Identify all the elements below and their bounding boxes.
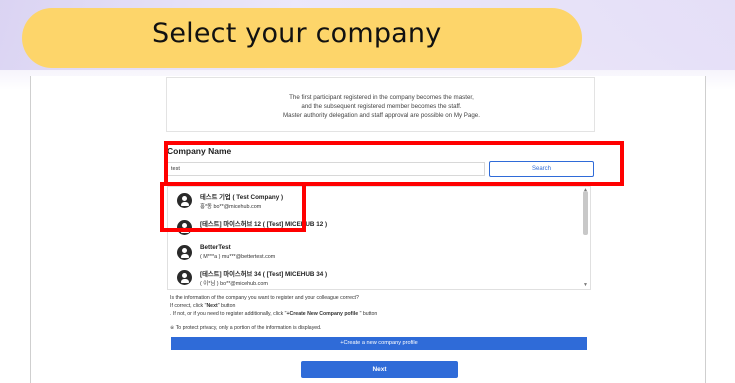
company-result-item[interactable]: [테스트] 마이스허브 34 ( [Test] MICEHUB 34 ) ( 이… — [168, 267, 578, 289]
info-text: " button — [217, 303, 236, 309]
company-name: 테스트 기업 ( Test Company ) — [200, 194, 284, 201]
company-result-item[interactable]: BetterTest ( M***a ) mu***@bettertest.co… — [168, 242, 578, 266]
info-emphasis: +Create New Company pofile — [286, 311, 359, 317]
company-results-list: 테스트 기업 ( Test Company ) 홍*동 bo**@micehub… — [167, 186, 591, 290]
info-line: If correct, click "Next" button — [170, 303, 235, 309]
company-contact: 홍*동 bo**@micehub.com — [200, 204, 262, 210]
results-scrollbar[interactable] — [583, 191, 588, 235]
scroll-down-icon[interactable]: ▼ — [583, 282, 588, 288]
notice-box: The first participant registered in the … — [166, 77, 595, 132]
company-contact: ( 이*님 ) bo**@micehub.com — [200, 281, 268, 287]
info-line: Is the information of the company you wa… — [170, 295, 359, 301]
create-company-profile-button[interactable]: +Create a new company profile — [171, 337, 587, 350]
company-result-item[interactable]: 테스트 기업 ( Test Company ) 홍*동 bo**@micehub… — [168, 190, 578, 214]
company-search-input[interactable]: test — [167, 162, 485, 176]
company-name-label: Company Name — [167, 146, 232, 156]
notice-line: Master authority delegation and staff ap… — [283, 112, 480, 119]
info-text: If correct, click " — [170, 303, 207, 309]
next-button[interactable]: Next — [301, 361, 458, 378]
info-text: " button — [358, 311, 378, 317]
user-avatar-icon — [177, 193, 192, 208]
company-contact: ( M***a ) mu***@bettertest.com — [200, 254, 276, 260]
info-emphasis: Next — [206, 303, 218, 309]
info-line: . If not, or if you need to register add… — [170, 311, 377, 317]
privacy-note: ※ To protect privacy, only a portion of … — [170, 325, 322, 331]
company-result-item[interactable]: [테스트] 마이스허브 12 ( [Test] MICEHUB 12 ) — [168, 217, 578, 241]
company-name: BetterTest — [200, 244, 231, 251]
company-name: [테스트] 마이스허브 34 ( [Test] MICEHUB 34 ) — [200, 271, 328, 278]
notice-line: and the subsequent registered member bec… — [301, 103, 462, 110]
notice-line: The first participant registered in the … — [289, 94, 474, 101]
info-text: . If not, or if you need to register add… — [170, 311, 287, 317]
user-avatar-icon — [177, 245, 192, 260]
user-avatar-icon — [177, 220, 192, 235]
confirmation-info: Is the information of the company you wa… — [167, 292, 591, 337]
company-name: [테스트] 마이스허브 12 ( [Test] MICEHUB 12 ) — [200, 221, 328, 228]
user-avatar-icon — [177, 270, 192, 285]
slide-title: Select your company — [152, 18, 442, 49]
search-button[interactable]: Search — [489, 161, 594, 177]
